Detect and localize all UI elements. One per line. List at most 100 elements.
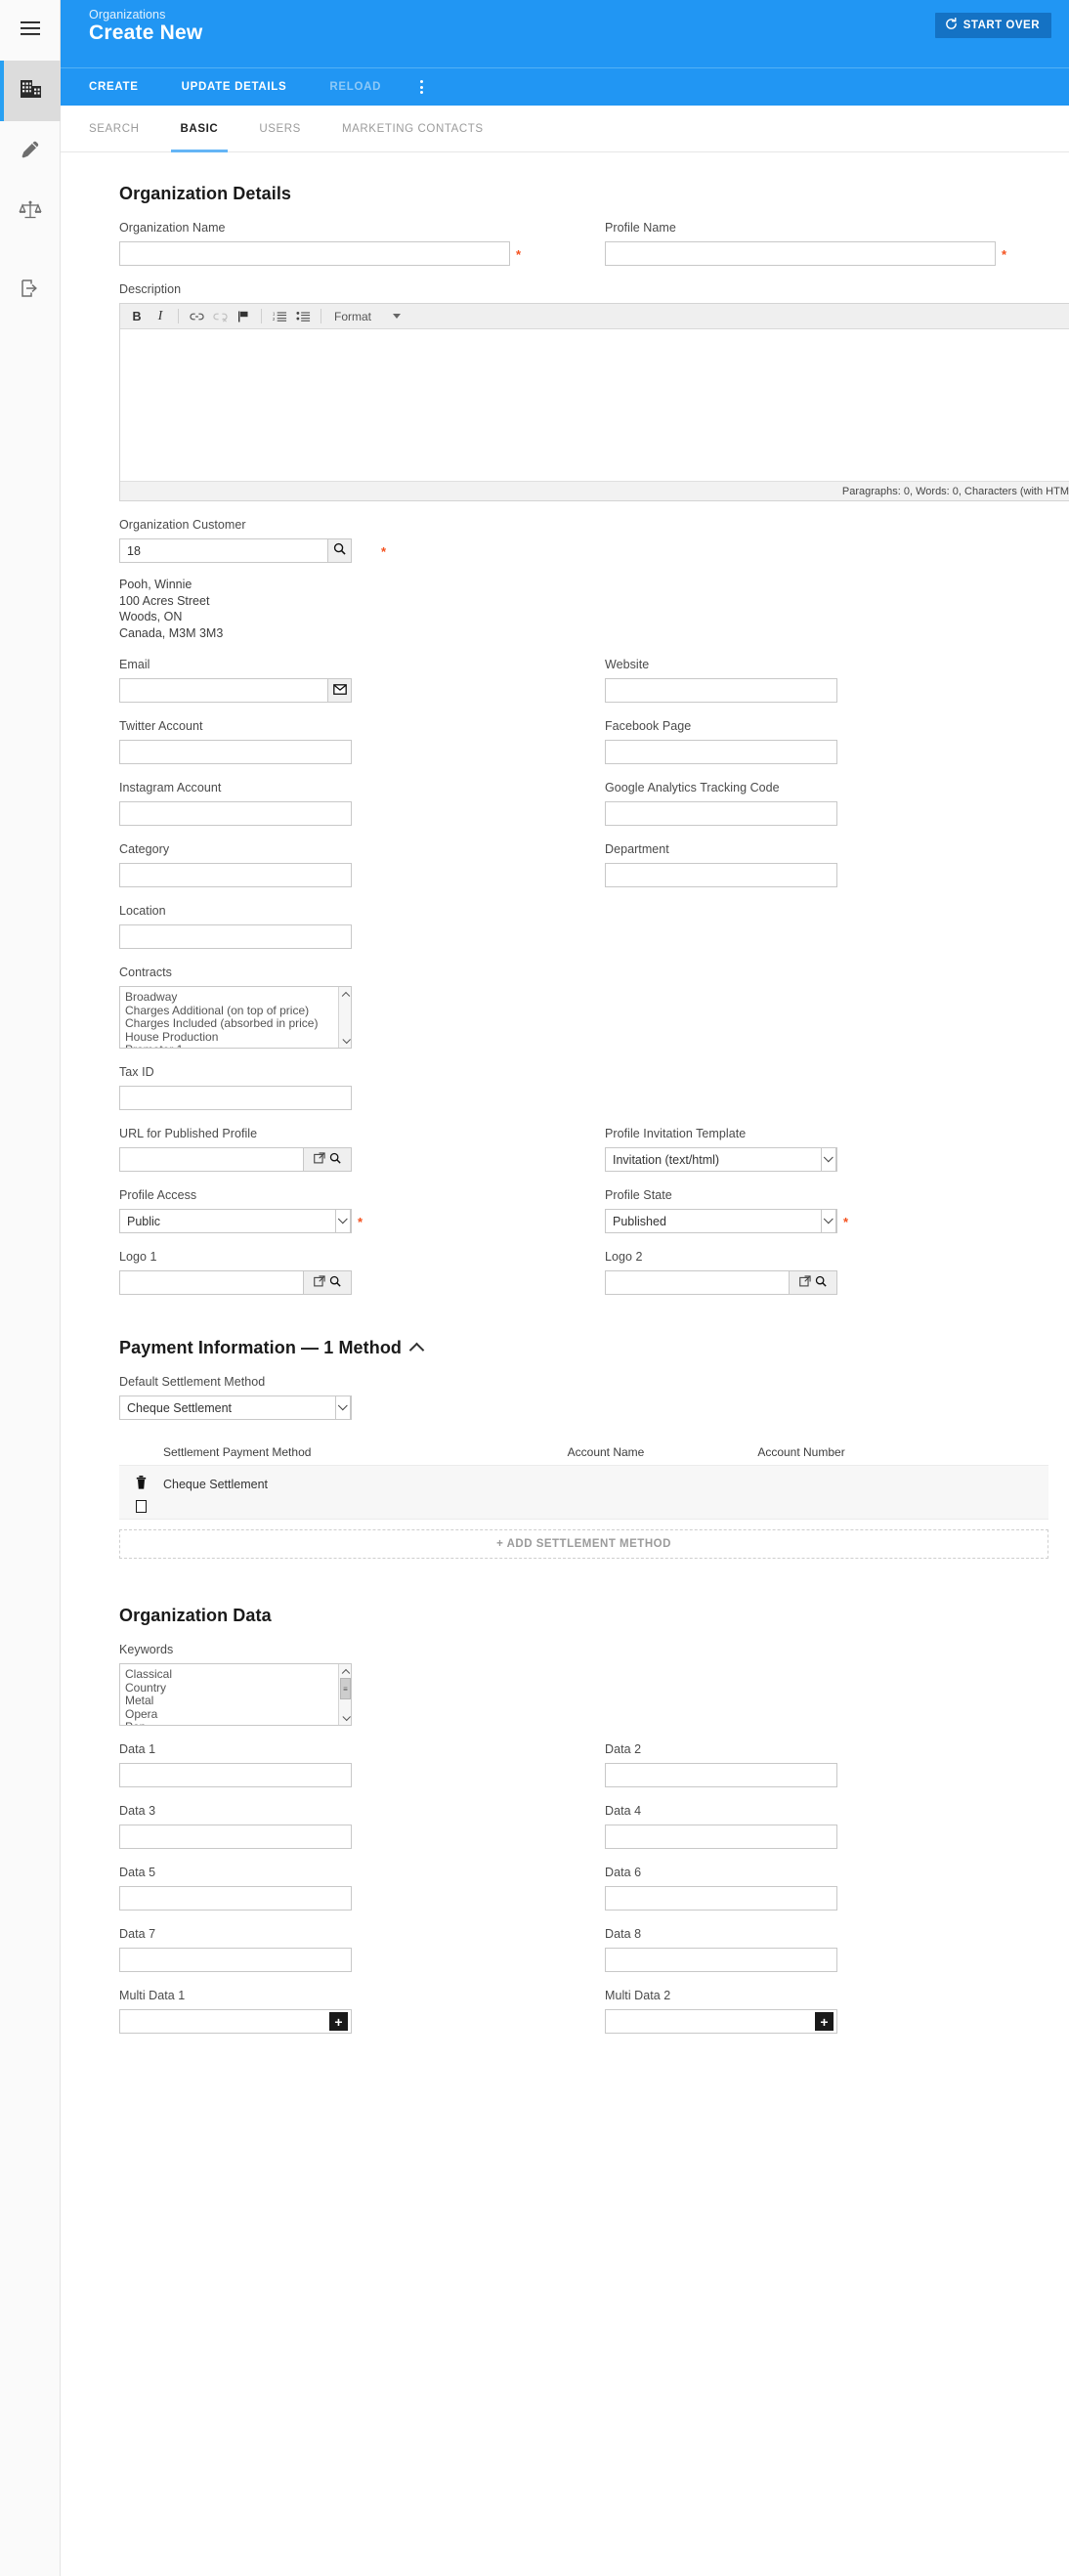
sidebar-item-settlements[interactable]	[0, 182, 61, 242]
link-icon[interactable]	[186, 306, 207, 326]
tab-users[interactable]: USERS	[259, 106, 301, 152]
data-3-input[interactable]	[119, 1825, 352, 1849]
department-input[interactable]	[605, 863, 837, 887]
external-link-icon[interactable]	[799, 1274, 811, 1292]
category-input[interactable]	[119, 863, 352, 887]
unlink-icon	[209, 306, 231, 326]
location-input[interactable]	[119, 924, 352, 949]
scroll-up-icon[interactable]	[339, 1664, 351, 1677]
url-published-profile-actions[interactable]	[303, 1147, 352, 1172]
instagram-account-input[interactable]	[119, 801, 352, 826]
profile-name-input[interactable]	[605, 241, 996, 266]
chevron-down-icon[interactable]	[821, 1147, 836, 1172]
scroll-down-icon[interactable]	[339, 1712, 351, 1725]
profile-invitation-template-select[interactable]: Invitation (text/html)	[605, 1147, 837, 1172]
row-checkbox[interactable]	[136, 1500, 147, 1513]
keywords-option[interactable]: Opera	[125, 1707, 351, 1722]
logout-icon	[20, 278, 41, 304]
contracts-option[interactable]: Charges Additional (on top of price)	[125, 1004, 351, 1018]
hamburger-menu-button[interactable]	[0, 0, 61, 61]
scroll-up-icon[interactable]	[339, 987, 351, 1000]
chevron-down-icon[interactable]	[335, 1395, 351, 1420]
contracts-option[interactable]: Charges Included (absorbed in price)	[125, 1016, 351, 1031]
editor-content-area[interactable]	[120, 329, 1069, 481]
sidebar-item-edit[interactable]	[0, 121, 61, 182]
add-icon[interactable]: +	[815, 2012, 834, 2031]
organization-name-input[interactable]	[119, 241, 510, 266]
url-published-profile-group	[119, 1147, 352, 1172]
keywords-option[interactable]: Metal	[125, 1694, 351, 1708]
keywords-scrollbar[interactable]: ≡	[338, 1664, 351, 1725]
default-settlement-method-select[interactable]: Cheque Settlement	[119, 1395, 352, 1420]
chevron-up-icon[interactable]	[408, 1342, 425, 1358]
data-5-input[interactable]	[119, 1886, 352, 1911]
logo-1-input[interactable]	[119, 1270, 303, 1295]
external-link-icon[interactable]	[314, 1274, 325, 1292]
label-website: Website	[605, 658, 650, 671]
organization-customer-search-button[interactable]	[327, 538, 352, 563]
data-2-input[interactable]	[605, 1763, 837, 1787]
logo-2-actions[interactable]	[789, 1270, 837, 1295]
data-1-input[interactable]	[119, 1763, 352, 1787]
sidebar-item-organizations[interactable]	[0, 61, 61, 121]
tab-basic[interactable]: BASIC	[170, 106, 229, 152]
logo-1-actions[interactable]	[303, 1270, 352, 1295]
italic-icon[interactable]: I	[150, 306, 171, 326]
contracts-option[interactable]: Broadway	[125, 990, 351, 1005]
search-icon[interactable]	[815, 1274, 827, 1292]
scroll-down-icon[interactable]	[339, 1035, 351, 1048]
search-icon[interactable]	[329, 1274, 341, 1292]
add-settlement-method-button[interactable]: + ADD SETTLEMENT METHOD	[119, 1529, 1048, 1559]
update-details-button[interactable]: UPDATE DETAILS	[182, 81, 287, 93]
tax-id-input[interactable]	[119, 1086, 352, 1110]
external-link-icon[interactable]	[314, 1151, 325, 1169]
organization-customer-input[interactable]	[119, 538, 327, 563]
search-icon[interactable]	[329, 1151, 341, 1169]
start-over-button[interactable]: START OVER	[934, 13, 1051, 38]
column-account-number: Account Number	[757, 1445, 845, 1459]
multi-data-1-input[interactable]: +	[119, 2009, 352, 2034]
email-input[interactable]	[119, 678, 327, 703]
google-analytics-input[interactable]	[605, 801, 837, 826]
format-dropdown[interactable]: Format	[328, 306, 406, 326]
facebook-page-input[interactable]	[605, 740, 837, 764]
contracts-listbox[interactable]: Broadway Charges Additional (on top of p…	[119, 986, 352, 1049]
add-icon[interactable]: +	[329, 2012, 348, 2031]
create-button[interactable]: CREATE	[89, 81, 139, 93]
profile-access-select[interactable]: Public	[119, 1209, 352, 1233]
section-title-payment-information[interactable]: Payment Information — 1 Method	[119, 1338, 1069, 1358]
website-input[interactable]	[605, 678, 837, 703]
overflow-menu-icon[interactable]	[410, 74, 432, 100]
data-6-input[interactable]	[605, 1886, 837, 1911]
send-email-button[interactable]	[327, 678, 352, 703]
chevron-down-icon[interactable]	[821, 1209, 836, 1233]
trash-icon[interactable]	[136, 1476, 147, 1494]
logo-2-input[interactable]	[605, 1270, 789, 1295]
bullet-list-icon[interactable]	[292, 306, 314, 326]
numbered-list-icon[interactable]: 1 2	[269, 306, 290, 326]
sidebar-item-logout[interactable]	[0, 260, 61, 321]
keywords-option[interactable]: Classical	[125, 1667, 351, 1682]
flag-icon[interactable]	[233, 306, 254, 326]
contracts-scrollbar[interactable]	[338, 987, 351, 1048]
profile-state-select[interactable]: Published	[605, 1209, 837, 1233]
data-8-input[interactable]	[605, 1948, 837, 1972]
data-7-input[interactable]	[119, 1948, 352, 1972]
data-4-input[interactable]	[605, 1825, 837, 1849]
chevron-down-icon[interactable]	[335, 1209, 351, 1233]
keywords-option[interactable]: Country	[125, 1681, 351, 1696]
keywords-listbox[interactable]: Classical Country Metal Opera Pop ≡	[119, 1663, 352, 1726]
bold-icon[interactable]: B	[126, 306, 148, 326]
scrollbar-thumb[interactable]: ≡	[340, 1678, 351, 1699]
tab-search[interactable]: SEARCH	[89, 106, 140, 152]
required-marker-profile-name: *	[1002, 247, 1007, 262]
url-published-profile-input[interactable]	[119, 1147, 303, 1172]
editor-status-text: Paragraphs: 0, Words: 0, Characters (wit…	[841, 485, 1069, 497]
contracts-option[interactable]: House Production	[125, 1030, 351, 1045]
contracts-option[interactable]: Promoter 1	[125, 1043, 351, 1048]
tab-marketing-contacts[interactable]: MARKETING CONTACTS	[342, 106, 484, 152]
label-organization-customer: Organization Customer	[119, 518, 246, 532]
keywords-option[interactable]: Pop	[125, 1720, 351, 1725]
twitter-account-input[interactable]	[119, 740, 352, 764]
multi-data-2-input[interactable]: +	[605, 2009, 837, 2034]
